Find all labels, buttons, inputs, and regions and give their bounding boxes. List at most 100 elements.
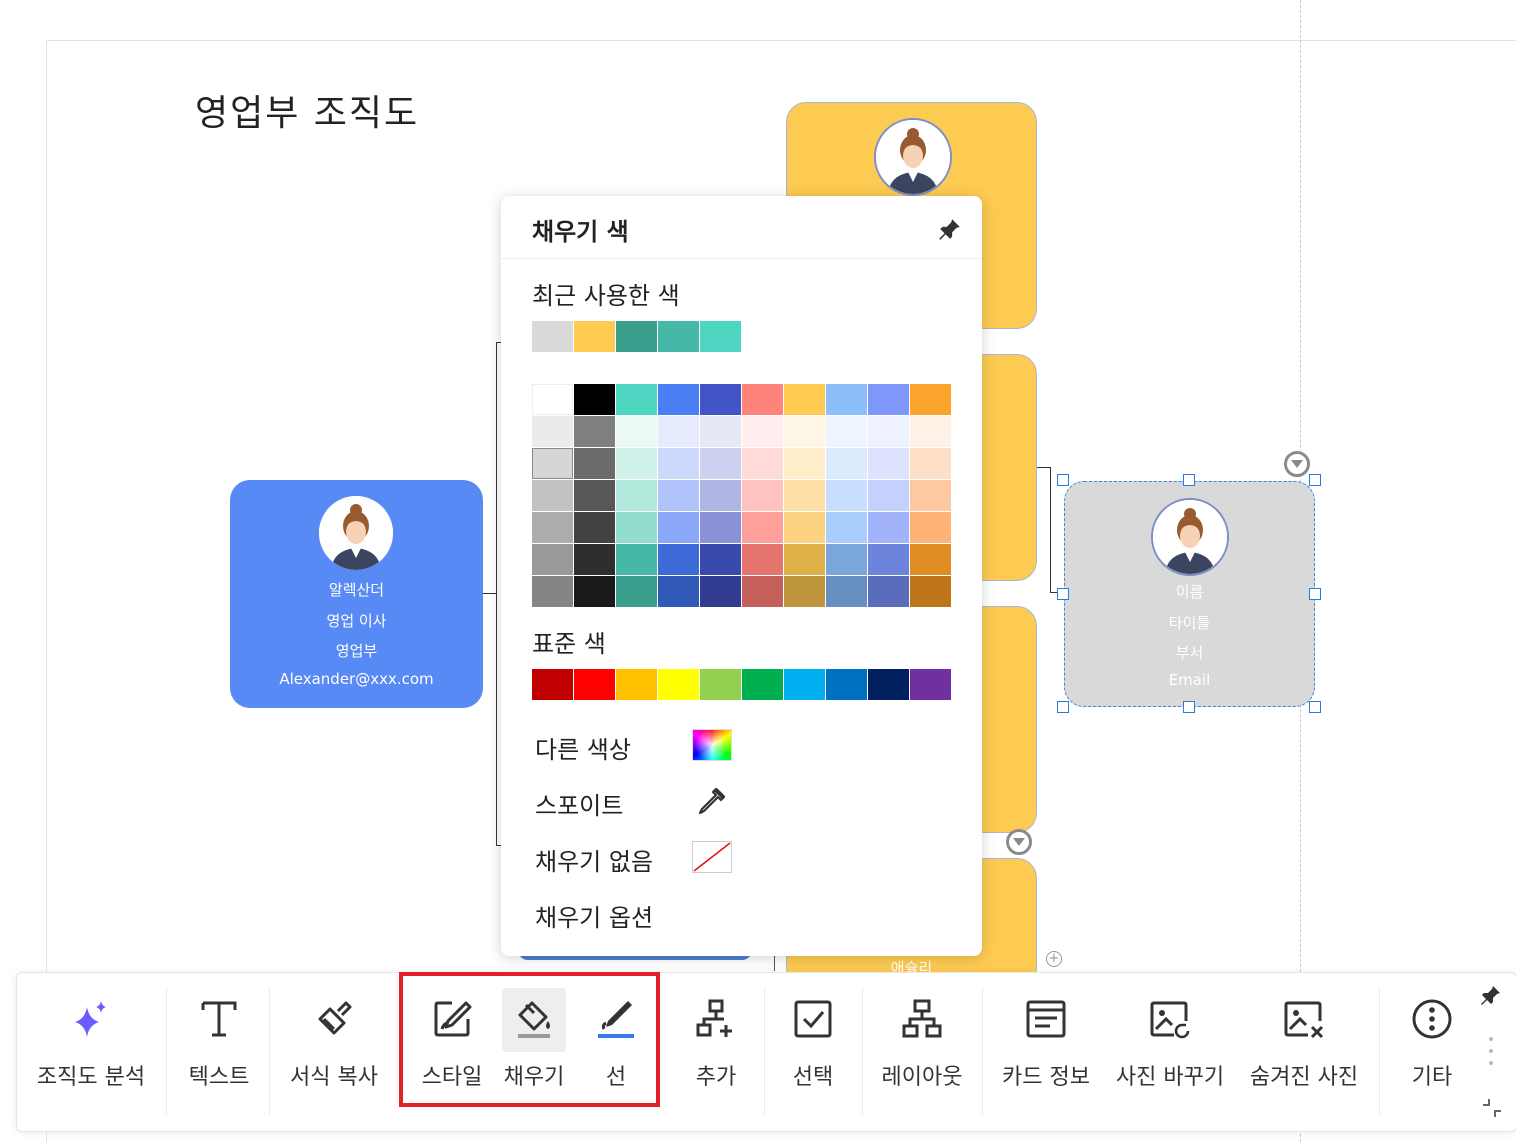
theme-color-swatch[interactable] — [784, 384, 825, 415]
standard-color-swatch[interactable] — [574, 669, 615, 700]
theme-color-swatch[interactable] — [574, 480, 615, 511]
theme-color-swatch[interactable] — [742, 576, 783, 607]
theme-color-swatch[interactable] — [532, 480, 573, 511]
theme-color-swatch[interactable] — [826, 384, 867, 415]
theme-color-swatch[interactable] — [868, 512, 909, 543]
theme-color-swatch[interactable] — [742, 416, 783, 447]
theme-color-swatch[interactable] — [868, 448, 909, 479]
drag-handle-icon[interactable] — [1489, 1037, 1493, 1067]
fill-options-option[interactable]: 채우기 옵션 — [535, 898, 653, 933]
collapse-button[interactable] — [1006, 829, 1032, 855]
theme-color-swatch[interactable] — [742, 480, 783, 511]
theme-color-swatch[interactable] — [784, 416, 825, 447]
theme-color-swatch[interactable] — [742, 512, 783, 543]
theme-color-swatch[interactable] — [826, 576, 867, 607]
theme-color-swatch[interactable] — [616, 448, 657, 479]
theme-color-swatch[interactable] — [532, 448, 573, 479]
theme-color-swatch[interactable] — [910, 480, 951, 511]
theme-color-swatch[interactable] — [574, 576, 615, 607]
org-card-director[interactable]: 알렉산더 영업 이사 영업부 Alexander@xxx.com — [230, 480, 483, 708]
theme-color-swatch[interactable] — [574, 544, 615, 575]
toolbar-add-button[interactable]: 추가 — [671, 973, 761, 1131]
theme-color-swatch[interactable] — [742, 384, 783, 415]
theme-color-swatch[interactable] — [658, 512, 699, 543]
theme-color-swatch[interactable] — [742, 448, 783, 479]
no-fill-option[interactable]: 채우기 없음 — [535, 842, 653, 877]
theme-color-swatch[interactable] — [742, 544, 783, 575]
standard-color-swatch[interactable] — [742, 669, 783, 700]
theme-color-swatch[interactable] — [700, 480, 741, 511]
theme-color-swatch[interactable] — [532, 576, 573, 607]
eyedropper-option[interactable]: 스포이트 — [535, 786, 623, 821]
recent-color-swatch[interactable] — [616, 321, 657, 352]
theme-color-swatch[interactable] — [532, 544, 573, 575]
toolbar-select-button[interactable]: 선택 — [767, 973, 859, 1131]
theme-color-swatch[interactable] — [700, 576, 741, 607]
recent-color-swatch[interactable] — [532, 321, 573, 352]
theme-color-swatch[interactable] — [700, 544, 741, 575]
resize-handle[interactable] — [1309, 701, 1321, 713]
standard-color-swatch[interactable] — [658, 669, 699, 700]
theme-color-swatch[interactable] — [868, 480, 909, 511]
toolbar-hidden-photo-button[interactable]: 숨겨진 사진 — [1241, 973, 1367, 1131]
theme-color-swatch[interactable] — [700, 416, 741, 447]
no-fill-icon[interactable] — [692, 841, 732, 873]
theme-color-swatch[interactable] — [784, 448, 825, 479]
resize-handle[interactable] — [1183, 701, 1195, 713]
theme-color-swatch[interactable] — [868, 544, 909, 575]
theme-color-swatch[interactable] — [784, 512, 825, 543]
collapse-button[interactable] — [1284, 451, 1310, 477]
toolbar-card-info-button[interactable]: 카드 정보 — [989, 973, 1103, 1131]
resize-handle[interactable] — [1309, 588, 1321, 600]
theme-color-swatch[interactable] — [910, 544, 951, 575]
theme-color-swatch[interactable] — [658, 480, 699, 511]
theme-color-swatch[interactable] — [910, 416, 951, 447]
theme-color-swatch[interactable] — [658, 416, 699, 447]
theme-color-swatch[interactable] — [826, 544, 867, 575]
theme-color-swatch[interactable] — [826, 480, 867, 511]
theme-color-swatch[interactable] — [910, 448, 951, 479]
resize-handle[interactable] — [1057, 701, 1069, 713]
theme-color-swatch[interactable] — [616, 480, 657, 511]
standard-color-swatch[interactable] — [868, 669, 909, 700]
pin-icon[interactable] — [1479, 983, 1503, 1007]
standard-color-swatch[interactable] — [910, 669, 951, 700]
theme-color-swatch[interactable] — [910, 512, 951, 543]
theme-color-swatch[interactable] — [532, 512, 573, 543]
add-node-plus-icon[interactable]: + — [1046, 951, 1062, 967]
color-spectrum-icon[interactable] — [692, 729, 732, 761]
recent-color-swatch[interactable] — [700, 321, 741, 352]
theme-color-swatch[interactable] — [658, 544, 699, 575]
standard-color-swatch[interactable] — [616, 669, 657, 700]
theme-color-swatch[interactable] — [616, 512, 657, 543]
recent-color-swatch[interactable] — [574, 321, 615, 352]
theme-color-swatch[interactable] — [910, 576, 951, 607]
standard-color-swatch[interactable] — [826, 669, 867, 700]
toolbar-replace-photo-button[interactable]: 사진 바꾸기 — [1109, 973, 1231, 1131]
theme-color-swatch[interactable] — [700, 384, 741, 415]
resize-handle[interactable] — [1183, 474, 1195, 486]
resize-handle[interactable] — [1057, 474, 1069, 486]
theme-color-swatch[interactable] — [826, 448, 867, 479]
toolbar-text-button[interactable]: 텍스트 — [169, 973, 269, 1131]
theme-color-swatch[interactable] — [616, 544, 657, 575]
theme-color-swatch[interactable] — [574, 416, 615, 447]
eyedropper-icon[interactable] — [696, 785, 728, 817]
theme-color-swatch[interactable] — [574, 512, 615, 543]
theme-color-swatch[interactable] — [784, 480, 825, 511]
standard-color-swatch[interactable] — [532, 669, 573, 700]
theme-color-swatch[interactable] — [574, 384, 615, 415]
more-colors-option[interactable]: 다른 색상 — [535, 730, 631, 765]
resize-handle[interactable] — [1057, 588, 1069, 600]
standard-color-swatch[interactable] — [784, 669, 825, 700]
toolbar-format-painter-button[interactable]: 서식 복사 — [273, 973, 395, 1131]
toolbar-orgchart-analysis-button[interactable]: 조직도 분석 — [21, 973, 161, 1131]
theme-color-swatch[interactable] — [826, 416, 867, 447]
toolbar-more-button[interactable]: 기타 — [1387, 973, 1477, 1131]
theme-color-swatch[interactable] — [868, 576, 909, 607]
theme-color-swatch[interactable] — [700, 448, 741, 479]
recent-color-swatch[interactable] — [658, 321, 699, 352]
theme-color-swatch[interactable] — [532, 384, 573, 415]
theme-color-swatch[interactable] — [826, 512, 867, 543]
theme-color-swatch[interactable] — [658, 384, 699, 415]
